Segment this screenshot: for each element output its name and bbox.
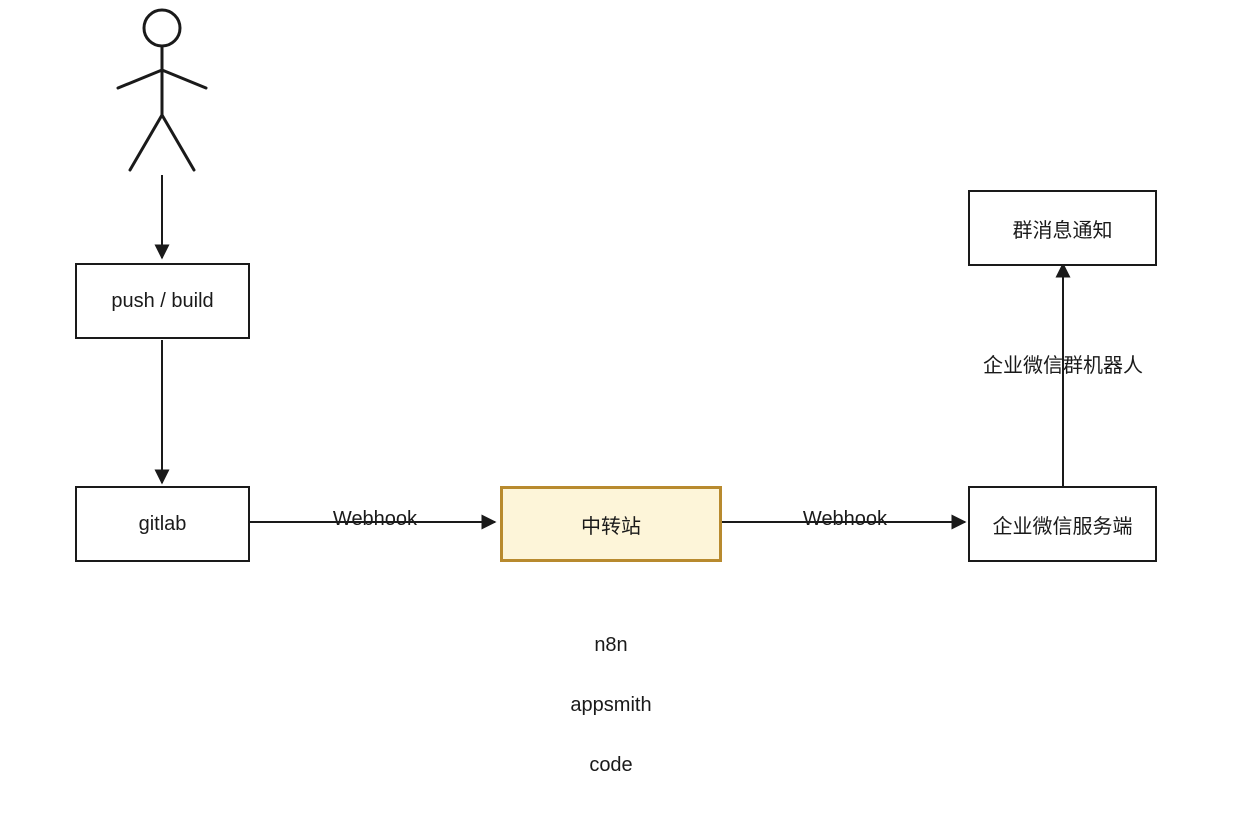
node-gitlab: gitlab <box>75 486 250 562</box>
flow-diagram: push / build gitlab 中转站 企业微信服务端 群消息通知 We… <box>0 0 1248 826</box>
relay-option-3: code <box>500 750 722 780</box>
edge-wecom-bot-label: 企业微信群机器人 <box>983 348 1143 378</box>
node-relay-label: 中转站 <box>581 510 641 539</box>
node-group-notice-label: 群消息通知 <box>1013 214 1113 243</box>
relay-option-2: appsmith <box>500 690 722 720</box>
actor-icon <box>118 10 206 170</box>
node-push-build: push / build <box>75 263 250 339</box>
node-push-build-label: push / build <box>111 290 213 313</box>
node-gitlab-label: gitlab <box>139 513 187 536</box>
node-relay: 中转站 <box>500 486 722 562</box>
edge-webhook1-label: Webhook <box>300 504 450 534</box>
edge-webhook2-label: Webhook <box>770 504 920 534</box>
node-wecom-server: 企业微信服务端 <box>968 486 1157 562</box>
node-wecom-server-label: 企业微信服务端 <box>993 510 1133 539</box>
node-group-notice: 群消息通知 <box>968 190 1157 266</box>
relay-option-1: n8n <box>500 630 722 660</box>
